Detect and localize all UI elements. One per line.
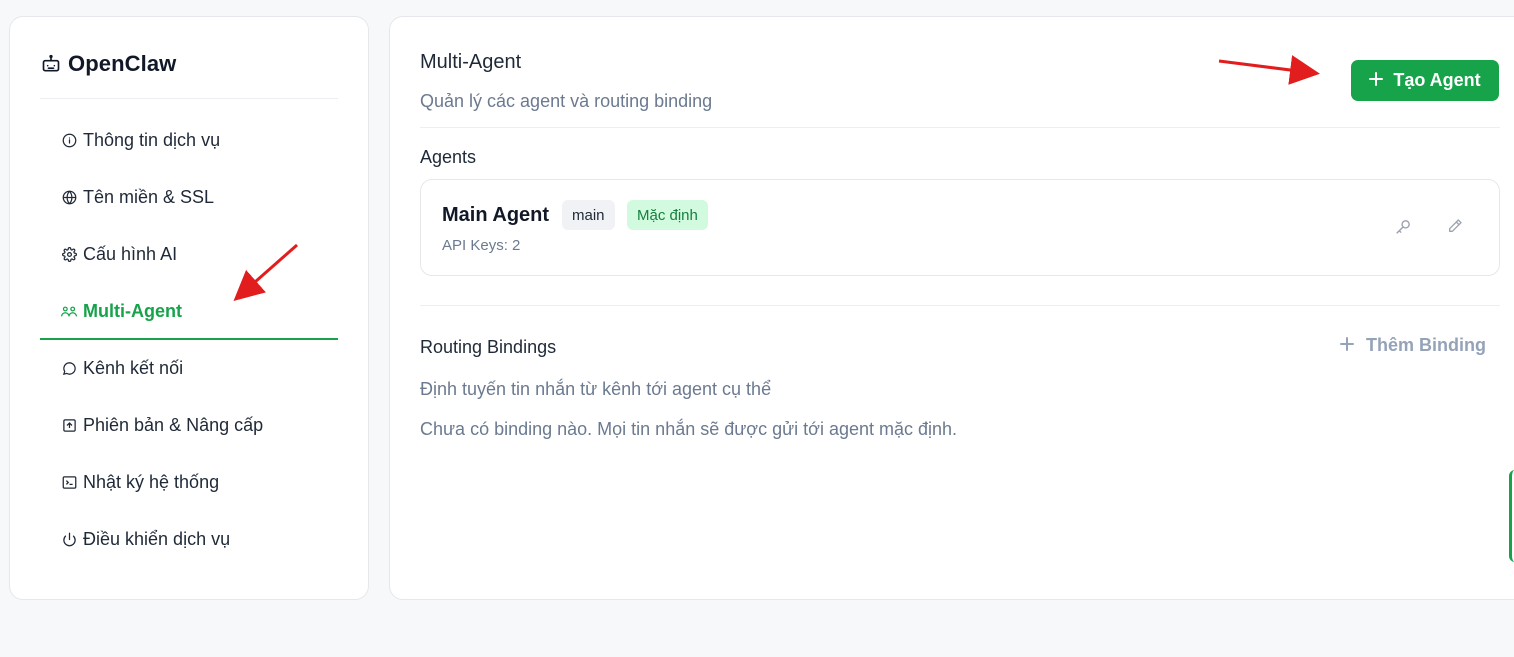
sidebar-item-channels[interactable]: Kênh kết nối [40,340,338,397]
create-agent-button[interactable]: Tạo Agent [1351,60,1499,101]
sidebar-item-label: Thông tin dịch vụ [83,130,221,150]
globe-icon [61,190,77,206]
default-badge: Mặc định [627,200,708,230]
api-keys-count: API Keys: 2 [442,237,521,254]
agent-name: Main Agent [442,204,550,226]
routing-empty-message: Chưa có binding nào. Mọi tin nhắn sẽ đượ… [420,419,958,439]
robot-icon [40,53,62,75]
page-subtitle: Quản lý các agent và routing binding [420,91,713,111]
info-icon [61,133,77,149]
gear-icon [61,247,77,263]
sidebar-item-ai-config[interactable]: Cấu hình AI [40,226,338,283]
brand-name: OpenClaw [68,51,177,76]
main-panel: Multi-Agent Quản lý các agent và routing… [389,16,1514,600]
upgrade-icon [61,418,77,434]
create-agent-label: Tạo Agent [1393,70,1481,90]
routing-description: Định tuyến tin nhắn từ kênh tới agent cụ… [420,379,772,399]
routing-section-label: Routing Bindings [420,337,557,357]
sidebar-item-multi-agent[interactable]: Multi-Agent [40,283,338,340]
sidebar-item-label: Kênh kết nối [83,358,184,378]
sidebar-item-label: Cấu hình AI [83,244,178,264]
brand: OpenClaw [40,51,176,77]
divider [420,127,1500,128]
sidebar-item-version-upgrade[interactable]: Phiên bản & Nâng cấp [40,397,338,454]
sidebar-nav: Thông tin dịch vụ Tên miền & SSL Cấu hìn… [40,112,338,568]
add-binding-label: Thêm Binding [1366,335,1486,355]
agent-card: Main Agent main Mặc định API Keys: 2 [420,179,1500,276]
sidebar-item-system-log[interactable]: Nhật ký hệ thống [40,454,338,511]
sidebar-item-label: Nhật ký hệ thống [83,472,220,492]
divider [40,98,338,99]
sidebar-item-label: Phiên bản & Nâng cấp [83,415,264,435]
users-icon [61,304,77,320]
terminal-icon [61,475,77,491]
power-icon [61,532,77,548]
pencil-icon[interactable] [1445,216,1465,236]
agents-section-label: Agents [420,147,477,167]
plus-icon [1340,335,1354,356]
sidebar: OpenClaw Thông tin dịch vụ Tên miền & SS… [9,16,369,600]
sidebar-item-label: Điều khiển dịch vụ [83,529,231,549]
sidebar-item-domain-ssl[interactable]: Tên miền & SSL [40,169,338,226]
agent-id-badge: main [562,200,615,230]
sidebar-item-label: Tên miền & SSL [83,187,215,207]
sidebar-item-service-info[interactable]: Thông tin dịch vụ [40,112,338,169]
divider [420,305,1500,306]
sidebar-item-service-control[interactable]: Điều khiển dịch vụ [40,511,338,568]
sidebar-item-label: Multi-Agent [83,301,182,321]
chat-bubble-icon [61,361,77,377]
key-icon[interactable] [1393,216,1413,236]
add-binding-button[interactable]: Thêm Binding [1340,335,1486,356]
plus-icon [1369,70,1384,91]
page-title: Multi-Agent [420,51,522,73]
side-panel-edge [1509,470,1514,562]
